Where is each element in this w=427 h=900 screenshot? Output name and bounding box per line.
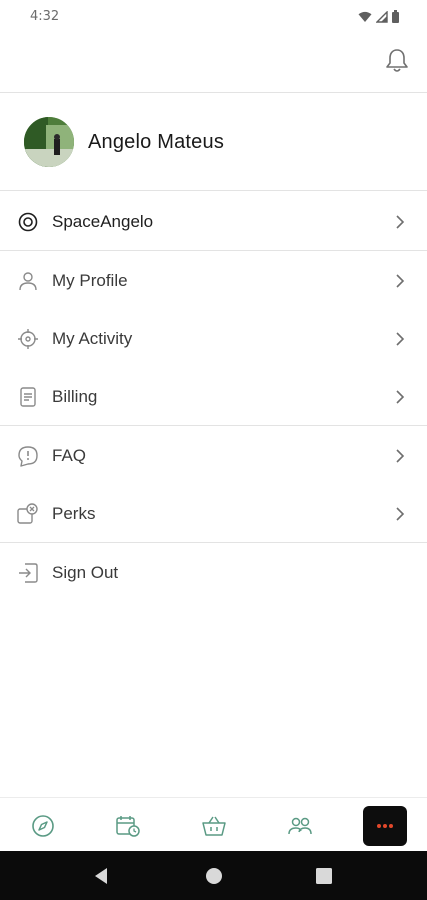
- chevron-right-icon: [396, 390, 405, 404]
- menu-item-label: FAQ: [52, 446, 87, 465]
- divider: [0, 250, 427, 251]
- menu-item-label: Sign Out: [52, 563, 119, 582]
- recents-icon[interactable]: [316, 868, 332, 884]
- person-icon: [19, 272, 37, 291]
- help-bubble-icon: [18, 446, 38, 467]
- menu-item-spaceangelo[interactable]: SpaceAngelo: [0, 194, 427, 250]
- nav-shop[interactable]: [194, 808, 234, 844]
- menu-item-perks[interactable]: Perks: [0, 486, 427, 542]
- cell-signal-icon: [376, 10, 388, 23]
- back-icon[interactable]: [93, 867, 109, 885]
- perks-icon: [17, 503, 38, 524]
- notifications-button[interactable]: [385, 48, 409, 74]
- document-icon: [20, 387, 36, 407]
- status-time: 4:32: [30, 9, 60, 24]
- compass-icon: [32, 815, 54, 837]
- divider: [0, 190, 427, 191]
- menu-item-my-profile[interactable]: My Profile: [0, 253, 427, 309]
- avatar[interactable]: [24, 117, 74, 167]
- bell-icon: [386, 49, 408, 72]
- calendar-clock-icon: [116, 816, 140, 837]
- profile-name: Angelo Mateus: [88, 130, 225, 153]
- chevron-right-icon: [396, 332, 405, 346]
- menu-item-label: My Profile: [52, 271, 128, 290]
- crosshair-icon: [18, 329, 38, 349]
- more-icon: [377, 824, 393, 828]
- divider: [0, 542, 427, 543]
- target-icon: [18, 212, 38, 232]
- nav-explore[interactable]: [23, 808, 63, 844]
- status-icons: [358, 10, 399, 23]
- avatar-photo: [24, 117, 74, 167]
- nav-more-button[interactable]: [363, 806, 407, 846]
- menu-item-faq[interactable]: FAQ: [0, 428, 427, 484]
- nav-community[interactable]: [280, 808, 320, 844]
- basket-icon: [202, 816, 226, 836]
- sign-out-icon: [19, 563, 38, 583]
- battery-icon: [392, 10, 399, 23]
- profile-header[interactable]: Angelo Mateus: [24, 116, 224, 168]
- people-icon: [288, 817, 312, 835]
- menu-item-billing[interactable]: Billing: [0, 369, 427, 425]
- chevron-right-icon: [396, 507, 405, 521]
- home-icon[interactable]: [205, 867, 223, 885]
- chevron-right-icon: [396, 449, 405, 463]
- system-nav-bar: [0, 851, 427, 900]
- menu-item-sign-out[interactable]: Sign Out: [0, 545, 427, 601]
- menu-item-label: Billing: [52, 387, 98, 406]
- divider: [0, 425, 427, 426]
- menu-item-label: My Activity: [52, 329, 133, 348]
- chevron-right-icon: [396, 215, 405, 229]
- status-bar: 4:32: [0, 0, 427, 34]
- chevron-right-icon: [396, 274, 405, 288]
- menu-item-label: SpaceAngelo: [52, 212, 154, 231]
- divider: [0, 92, 427, 93]
- wifi-icon: [358, 11, 372, 22]
- menu-item-my-activity[interactable]: My Activity: [0, 311, 427, 367]
- nav-bookings[interactable]: [108, 808, 148, 844]
- menu-item-label: Perks: [52, 504, 96, 523]
